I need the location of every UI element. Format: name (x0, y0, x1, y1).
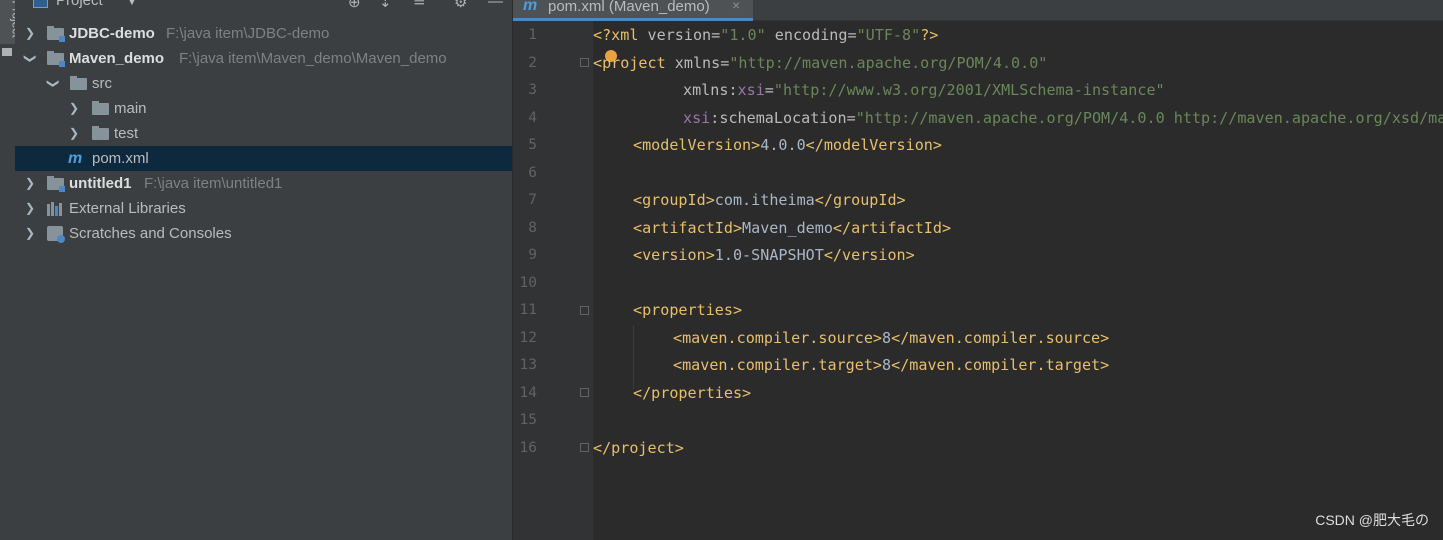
fold-marker-icon[interactable] (580, 388, 589, 397)
line-number: 4 (528, 109, 537, 126)
code-line-2: <project xmlns="http://maven.apache.org/… (593, 54, 1048, 72)
folder-icon (92, 101, 109, 115)
line-number: 14 (519, 384, 537, 401)
close-icon[interactable]: × (732, 0, 740, 13)
line-number: 5 (528, 137, 537, 153)
line-number: 10 (519, 274, 537, 291)
indent-guide (633, 325, 634, 389)
tree-item-label: JDBC-demo (69, 25, 155, 42)
tree-item-pom-xml[interactable]: m pom.xml (15, 146, 512, 171)
project-panel-title[interactable]: Project (56, 0, 103, 9)
folder-icon (92, 126, 109, 140)
chevron-right-icon[interactable]: ❯ (67, 121, 81, 146)
tree-item-jdbc-demo[interactable]: ❯ JDBC-demo F:\java item\JDBC-demo (15, 21, 512, 46)
editor-tab-bar: m pom.xml (Maven_demo) × (513, 0, 1443, 21)
line-number: 16 (519, 439, 537, 456)
module-folder-icon (47, 176, 65, 192)
code-line-4: xsi:schemaLocation="http://maven.apache.… (683, 109, 1443, 127)
tree-item-label: Maven_demo (69, 50, 165, 67)
module-folder-icon (47, 51, 65, 67)
line-number: 2 (528, 54, 537, 71)
code-line-9: <version>1.0-SNAPSHOT</version> (633, 246, 915, 264)
collapse-all-icon[interactable]: ≚ (413, 0, 426, 11)
tree-item-path: F:\java item\Maven_demo\Maven_demo (179, 50, 447, 67)
chevron-right-icon[interactable]: ❯ (67, 96, 81, 121)
tree-item-label: src (92, 75, 112, 92)
view-dropdown-icon[interactable]: ▼ (127, 0, 137, 8)
chevron-right-icon[interactable]: ❯ (23, 171, 37, 196)
code-editor[interactable]: <?xml version="1.0" encoding="UTF-8"?> <… (593, 21, 1443, 540)
fold-marker-icon[interactable] (580, 443, 589, 452)
line-number: 7 (528, 192, 537, 208)
line-number: 11 (519, 302, 537, 318)
hide-panel-icon[interactable]: — (488, 0, 503, 10)
tree-item-label: main (114, 100, 147, 117)
tree-item-untitled1[interactable]: ❯ untitled1 F:\java item\untitled1 (15, 171, 512, 196)
chevron-right-icon[interactable]: ❯ (23, 221, 37, 246)
tree-item-src[interactable]: ❯ src (15, 71, 512, 96)
line-number: 9 (528, 247, 537, 263)
folder-icon (70, 76, 87, 90)
line-number: 6 (528, 164, 537, 181)
line-number: 8 (528, 219, 537, 236)
chevron-right-icon[interactable]: ❯ (23, 21, 37, 46)
line-number: 13 (519, 357, 537, 373)
tab-label: pom.xml (Maven_demo) (548, 0, 710, 15)
tree-item-path: F:\java item\untitled1 (144, 175, 283, 192)
tree-item-label: pom.xml (92, 150, 149, 167)
tree-item-scratches[interactable]: ❯ Scratches and Consoles (15, 221, 512, 246)
structure-tool-icon[interactable] (2, 48, 12, 56)
tree-item-path: F:\java item\JDBC-demo (166, 25, 330, 42)
maven-file-icon: m (68, 150, 83, 167)
gear-icon[interactable]: ⚙ (454, 0, 467, 11)
project-panel: Project ▼ ⊕ ⇣ ≚ ⚙ — ❯ JDBC-demo F:\java … (15, 0, 512, 540)
watermark: CSDN @肥大毛の (1315, 512, 1429, 528)
expand-all-icon[interactable]: ⇣ (379, 0, 392, 11)
tree-item-maven-demo[interactable]: ❯ Maven_demo F:\java item\Maven_demo\Mav… (15, 46, 512, 71)
editor-gutter[interactable]: 1 2 3 4 5 6 7 8 9 10 11 12 13 14 15 16 (513, 21, 593, 540)
code-line-13: <maven.compiler.target>8</maven.compiler… (673, 356, 1110, 374)
line-number: 12 (519, 329, 537, 346)
library-icon (47, 202, 64, 216)
fold-marker-icon[interactable] (580, 306, 589, 315)
scratches-icon (47, 226, 65, 243)
line-number: 3 (528, 82, 537, 98)
code-line-7: <groupId>com.itheima</groupId> (633, 191, 906, 209)
chevron-right-icon[interactable]: ❯ (23, 196, 37, 221)
code-line-5: <modelVersion>4.0.0</modelVersion> (633, 136, 942, 154)
project-tool-button[interactable]: Project (0, 0, 24, 44)
tab-pom-xml[interactable]: m pom.xml (Maven_demo) × (513, 0, 753, 21)
tree-item-main[interactable]: ❯ main (15, 96, 512, 121)
tool-window-stripe: Project (0, 0, 24, 540)
line-number: 1 (528, 27, 537, 43)
code-line-8: <artifactId>Maven_demo</artifactId> (633, 219, 952, 237)
tree-item-label: External Libraries (69, 200, 186, 217)
code-line-16: </project> (593, 439, 684, 457)
chevron-down-icon[interactable]: ❯ (41, 77, 66, 91)
tree-item-external-libraries[interactable]: ❯ External Libraries (15, 196, 512, 221)
code-line-3: xmlns:xsi="http://www.w3.org/2001/XMLSch… (683, 81, 1165, 99)
tree-item-test[interactable]: ❯ test (15, 121, 512, 146)
tree-item-label: test (114, 125, 139, 142)
tree-item-label: Scratches and Consoles (69, 225, 232, 242)
select-opened-file-icon[interactable]: ⊕ (348, 0, 361, 11)
module-folder-icon (47, 26, 65, 42)
fold-marker-icon[interactable] (580, 58, 589, 67)
code-line-11: <properties> (633, 301, 743, 319)
code-line-1: <?xml version="1.0" encoding="UTF-8"?> (593, 26, 939, 44)
code-line-12: <maven.compiler.source>8</maven.compiler… (673, 329, 1110, 347)
line-number: 15 (519, 412, 537, 428)
chevron-down-icon[interactable]: ❯ (18, 52, 43, 66)
project-panel-header: Project ▼ ⊕ ⇣ ≚ ⚙ — (15, 0, 512, 18)
code-line-14: </properties> (633, 384, 752, 402)
tree-item-label: untitled1 (69, 175, 132, 192)
maven-file-icon: m (523, 0, 538, 14)
project-view-icon (33, 0, 48, 8)
